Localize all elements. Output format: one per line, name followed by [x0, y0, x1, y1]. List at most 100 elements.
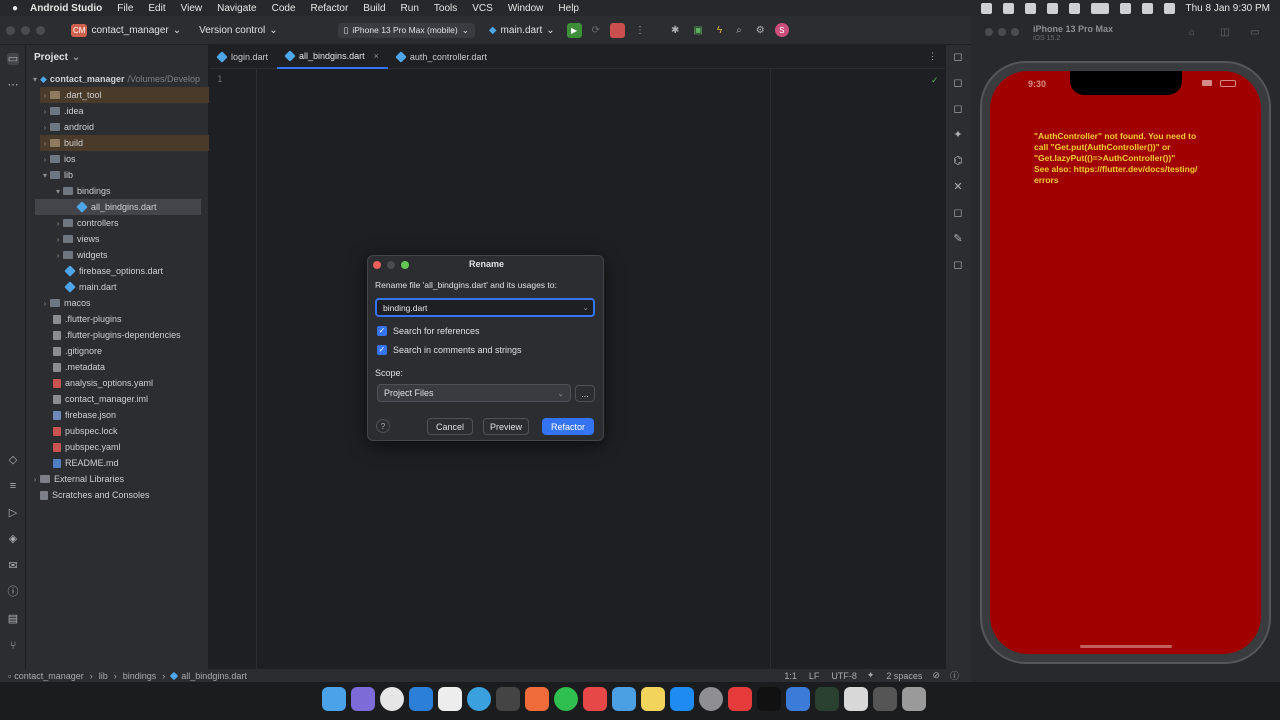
scope-select[interactable]: Project Files ⌄ [377, 384, 571, 402]
tree-item-dart-tool[interactable]: › .dart_tool [40, 87, 215, 103]
device-manager-icon[interactable]: ◈ [7, 533, 19, 545]
chevron-right-icon[interactable]: › [40, 299, 50, 308]
window-minimize-button[interactable] [21, 25, 30, 35]
status-icon[interactable] [1002, 2, 1014, 14]
window-zoom-button[interactable] [36, 25, 45, 35]
search-references-checkbox[interactable]: ✓ Search for references [377, 326, 480, 336]
sim-minimize-button[interactable] [998, 28, 1006, 36]
menu-tools[interactable]: Tools [434, 3, 457, 14]
tree-item-gitignore[interactable]: .gitignore [53, 343, 228, 359]
logcat-icon[interactable]: ✉ [7, 560, 19, 572]
home-icon[interactable]: ⌂ [1189, 27, 1195, 38]
new-name-field[interactable]: binding.dart ⌄ [375, 298, 595, 317]
tabs-more-icon[interactable]: ⋮ [928, 51, 937, 62]
status-icon[interactable] [980, 2, 992, 14]
notifications-icon[interactable]: ◻ [952, 51, 964, 63]
breadcrumb-lib[interactable]: lib [99, 671, 108, 681]
git-icon[interactable]: ⑂ [7, 640, 19, 652]
flutter-inspector-icon[interactable]: ◇ [7, 454, 19, 466]
wifi-icon[interactable] [1119, 2, 1131, 14]
device-selector[interactable]: ▯ iPhone 13 Pro Max (mobile) ⌄ [337, 22, 475, 38]
vcs-selector[interactable]: Version control ⌄ [199, 25, 278, 36]
document-icon[interactable] [844, 687, 868, 711]
help-button[interactable]: ? [376, 419, 390, 433]
close-icon[interactable]: × [374, 51, 379, 61]
app-icon[interactable] [786, 687, 810, 711]
flutter-hot-icon[interactable]: ϟ [717, 25, 722, 36]
edit-icon[interactable]: ✎ [952, 233, 964, 245]
chevron-right-icon[interactable]: › [53, 251, 63, 260]
attach-icon[interactable]: ▣ [693, 25, 702, 36]
chevron-right-icon[interactable]: › [40, 107, 50, 116]
control-center-icon[interactable] [1163, 2, 1175, 14]
scope-browse-button[interactable]: ... [575, 385, 595, 402]
launchpad-icon[interactable] [351, 687, 375, 711]
menu-code[interactable]: Code [272, 3, 296, 14]
tree-item-readme[interactable]: README.md [53, 455, 228, 471]
device-file-icon[interactable]: ◻ [952, 103, 964, 115]
menu-navigate[interactable]: Navigate [217, 3, 256, 14]
screenshot-icon[interactable]: ◫ [1220, 27, 1229, 38]
chevron-right-icon[interactable]: › [40, 155, 50, 164]
tab-all-bindgins[interactable]: all_bindgins.dart × [277, 45, 388, 69]
line-separator[interactable]: LF [809, 671, 820, 681]
gemini-icon[interactable]: ✦ [952, 129, 964, 141]
stop-icon[interactable] [610, 22, 626, 38]
app-icon[interactable] [757, 687, 781, 711]
tree-item-flutter-plugins-deps[interactable]: .flutter-plugins-dependencies [53, 327, 228, 343]
app-icon[interactable] [525, 687, 549, 711]
notes-icon[interactable] [641, 687, 665, 711]
menu-build[interactable]: Build [363, 3, 385, 14]
lock-icon[interactable]: ⊘ [932, 670, 940, 681]
sim-close-button[interactable] [985, 28, 993, 36]
app-store-icon[interactable] [670, 687, 694, 711]
tools-icon[interactable]: ✕ [952, 181, 964, 193]
run-icon[interactable]: ▶ [566, 22, 582, 38]
tree-item-controllers[interactable]: › controllers [53, 215, 228, 231]
menu-window[interactable]: Window [508, 3, 544, 14]
android-studio-icon[interactable] [815, 687, 839, 711]
chevron-down-icon[interactable]: ▾ [40, 171, 50, 180]
terminal-icon[interactable]: ▤ [7, 613, 19, 625]
tree-item-lib[interactable]: ▾ lib [40, 167, 215, 183]
menu-refactor[interactable]: Refactor [311, 3, 349, 14]
tree-item-iml[interactable]: contact_manager.iml [53, 391, 228, 407]
trash-icon[interactable] [902, 687, 926, 711]
vscode-icon[interactable] [409, 687, 433, 711]
status-icon[interactable] [1024, 2, 1036, 14]
run-tool-icon[interactable]: ▷ [7, 507, 19, 519]
memory-icon[interactable]: ⓘ [950, 669, 959, 682]
more-tools-icon[interactable]: ⋯ [7, 79, 19, 91]
problems-icon[interactable]: ⓘ [7, 586, 19, 598]
whatsapp-icon[interactable] [554, 687, 578, 711]
chevron-right-icon[interactable]: › [40, 123, 50, 132]
project-panel-title[interactable]: Project [34, 52, 68, 63]
avatar[interactable]: S [774, 23, 789, 37]
flutter-outline-icon[interactable]: ⌬ [952, 155, 964, 167]
tree-item-pubspec-yaml[interactable]: pubspec.yaml [53, 439, 228, 455]
telegram-icon[interactable] [467, 687, 491, 711]
run-config-selector[interactable]: ◆ main.dart ⌄ [489, 25, 555, 36]
inspector-icon[interactable]: ◻ [952, 259, 964, 271]
app-icon[interactable] [496, 687, 520, 711]
search-icon[interactable]: ⌕ [736, 25, 742, 36]
tree-item-idea[interactable]: › .idea [40, 103, 215, 119]
tree-item-bindings[interactable]: ▾ bindings [53, 183, 228, 199]
tree-item-metadata[interactable]: .metadata [53, 359, 228, 375]
apple-icon[interactable]: ● [12, 3, 18, 14]
tree-item-android[interactable]: › android [40, 119, 215, 135]
tab-auth-controller[interactable]: auth_controller.dart [388, 45, 496, 69]
chevron-right-icon[interactable]: › [53, 219, 63, 228]
tree-item-scratches[interactable]: Scratches and Consoles [40, 487, 215, 503]
chevron-right-icon[interactable]: › [53, 235, 63, 244]
menu-view[interactable]: View [181, 3, 203, 14]
app-icon[interactable] [612, 687, 636, 711]
tree-item-build[interactable]: › build [40, 135, 215, 151]
project-selector[interactable]: CM contact_manager ⌄ [71, 23, 181, 37]
status-icon[interactable] [1068, 2, 1080, 14]
tree-item-ios[interactable]: › ios [40, 151, 215, 167]
caret-position[interactable]: 1:1 [784, 671, 797, 681]
app-icon[interactable] [583, 687, 607, 711]
window-close-button[interactable] [6, 25, 15, 35]
tree-item-all-bindgins[interactable]: all_bindgins.dart [35, 199, 201, 215]
